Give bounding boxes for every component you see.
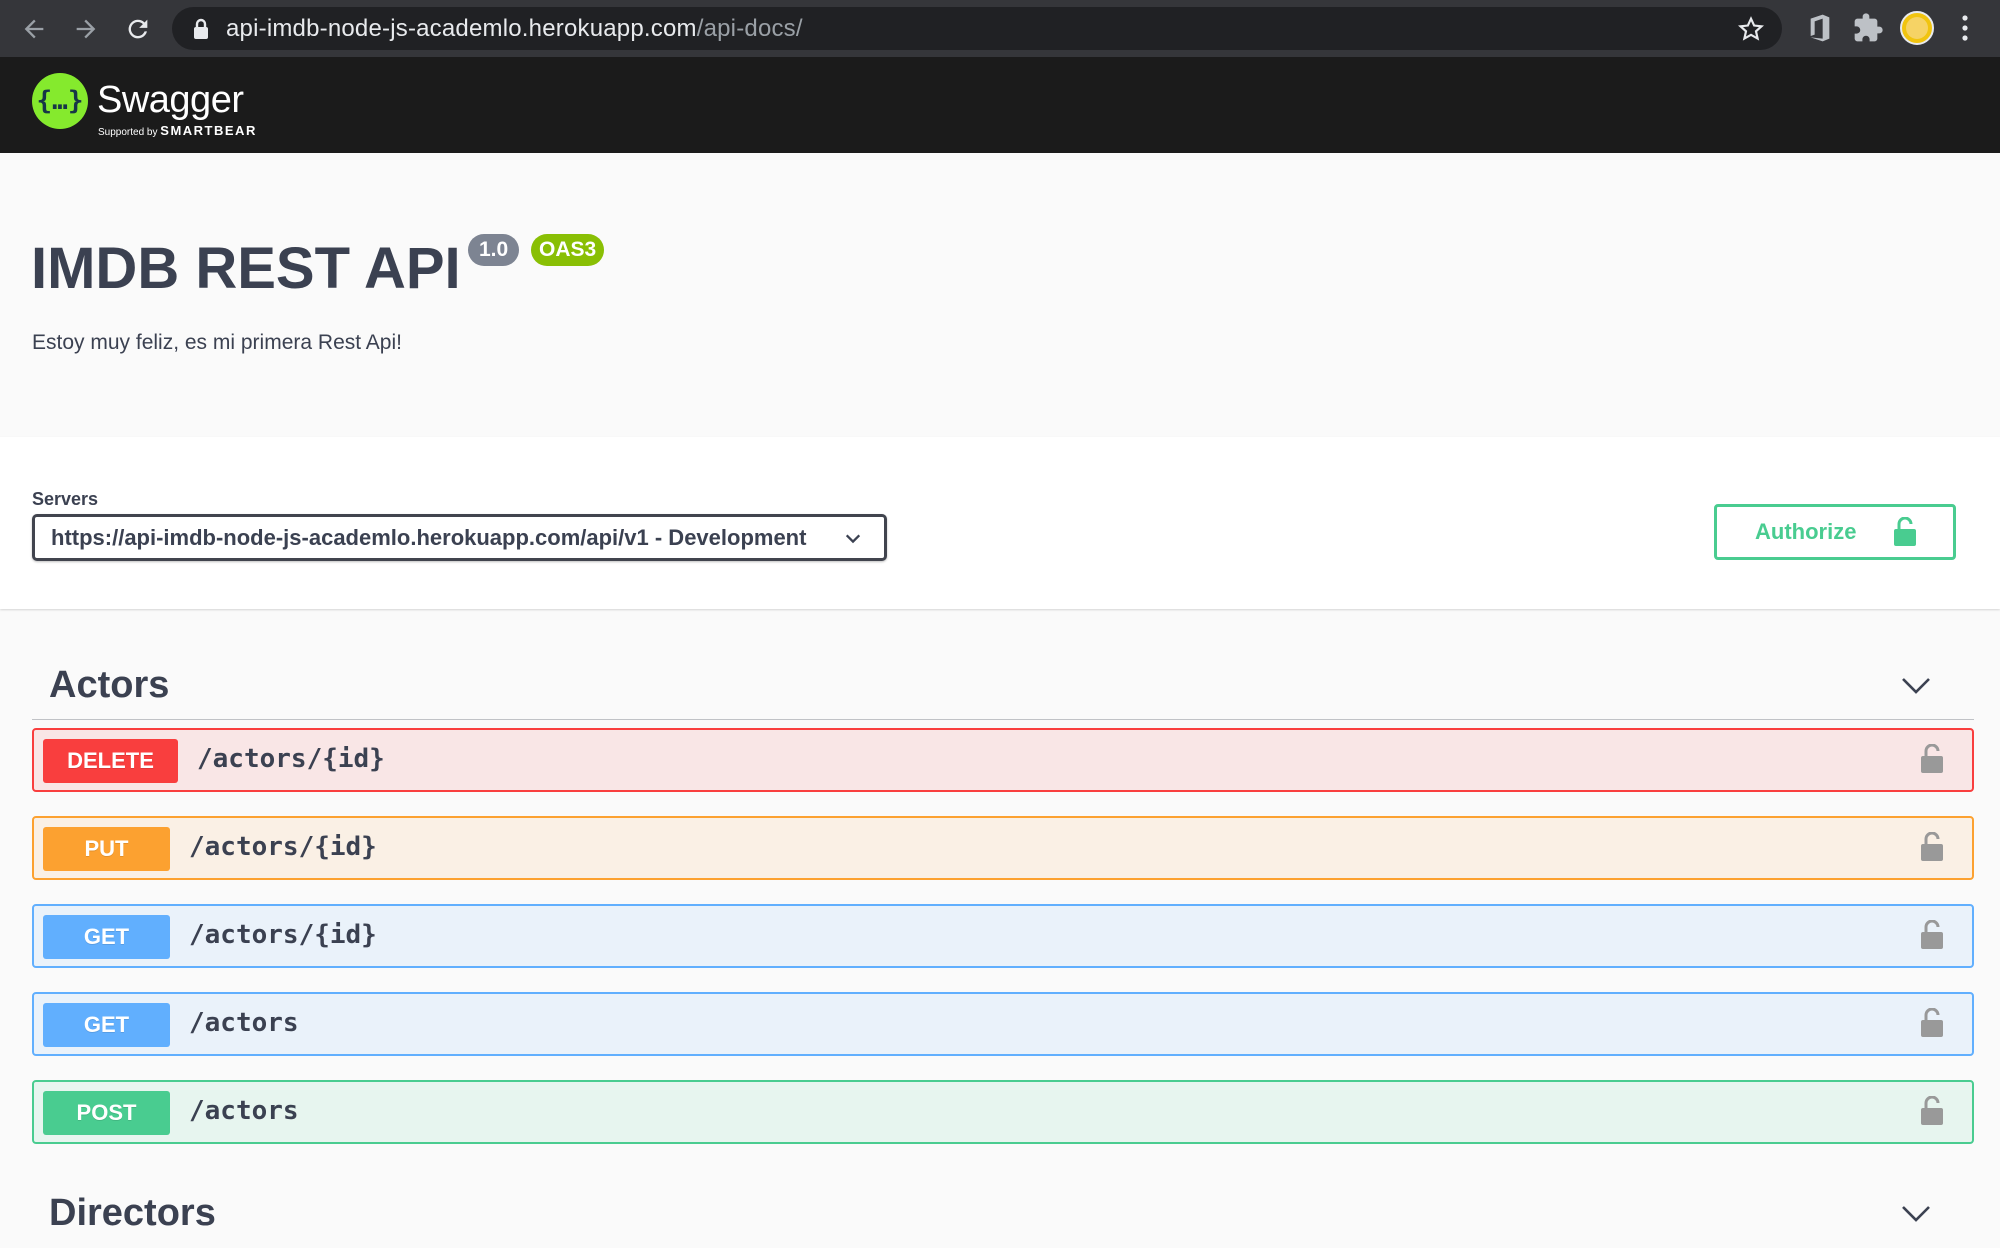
lock-icon (194, 18, 208, 39)
back-button[interactable] (14, 9, 54, 49)
operation-put-actor[interactable]: PUT /actors/{id} (32, 816, 1974, 880)
operation-path: /actors (189, 1008, 299, 1038)
office-extension-icon[interactable] (1804, 12, 1836, 44)
api-description: Estoy muy feliz, es mi primera Rest Api! (32, 331, 402, 354)
swagger-logo-text[interactable]: Swagger (97, 79, 244, 122)
browser-toolbar: api-imdb-node-js-academlo.herokuapp.com/… (0, 0, 2000, 57)
operation-delete-actor[interactable]: DELETE /actors/{id} (32, 728, 1974, 792)
api-title: IMDB REST API (31, 236, 461, 301)
unlocked-icon[interactable] (1920, 1096, 1944, 1126)
method-badge-delete: DELETE (43, 739, 178, 783)
url-text[interactable]: api-imdb-node-js-academlo.herokuapp.com/… (226, 15, 803, 43)
servers-dropdown[interactable]: https://api-imdb-node-js-academlo.heroku… (32, 514, 887, 561)
swagger-logo-icon[interactable]: {…} (32, 73, 88, 129)
operation-path: /actors/{id} (197, 744, 385, 774)
forward-icon (76, 19, 96, 38)
profile-avatar[interactable] (1900, 11, 1934, 45)
chevron-down-icon[interactable] (1900, 1202, 1932, 1226)
operation-post-actors[interactable]: POST /actors (32, 1080, 1974, 1144)
authorize-button[interactable]: Authorize (1714, 504, 1956, 560)
method-badge-get: GET (43, 1003, 170, 1047)
url-path: /api-docs/ (696, 14, 803, 42)
unlocked-icon[interactable] (1920, 1008, 1944, 1038)
operation-path: /actors/{id} (189, 832, 377, 862)
forward-button[interactable] (66, 9, 106, 49)
star-icon[interactable] (1738, 16, 1764, 42)
reload-icon (128, 19, 148, 38)
scheme-container: Servers https://api-imdb-node-js-academl… (0, 437, 2000, 609)
logo-symbol: {…} (36, 86, 84, 116)
tagline-brand: SMARTBEAR (160, 123, 257, 138)
method-badge-get: GET (43, 915, 170, 959)
swagger-topbar: {…} Swagger Supported by SMARTBEAR (0, 57, 2000, 153)
method-badge-post: POST (43, 1091, 170, 1135)
smartbear-tagline: Supported by SMARTBEAR (98, 123, 257, 138)
tag-directors-title: Directors (49, 1192, 216, 1234)
unlocked-icon (1894, 517, 1916, 546)
oas-badge: OAS3 (531, 234, 605, 266)
chevron-down-icon[interactable] (1900, 674, 1932, 698)
operation-get-actor[interactable]: GET /actors/{id} (32, 904, 1974, 968)
chevron-down-icon (845, 534, 861, 544)
back-icon (24, 19, 44, 38)
authorize-label: Authorize (1755, 519, 1857, 544)
tagline-prefix: Supported by (98, 127, 158, 138)
puzzle-extension-icon[interactable] (1852, 12, 1884, 44)
servers-label: Servers (32, 489, 99, 509)
operation-get-actors[interactable]: GET /actors (32, 992, 1974, 1056)
tag-actors-title: Actors (49, 664, 170, 706)
tag-directors-header[interactable]: Directors (32, 1180, 1974, 1248)
api-info: IMDB REST API 1.0 OAS3 Estoy muy feliz, … (0, 153, 2000, 437)
unlocked-icon[interactable] (1920, 744, 1944, 774)
menu-icon[interactable] (1960, 12, 1970, 44)
unlocked-icon[interactable] (1920, 832, 1944, 862)
unlocked-icon[interactable] (1920, 920, 1944, 950)
tag-actors-header[interactable]: Actors (32, 652, 1974, 720)
url-host: api-imdb-node-js-academlo.herokuapp.com (226, 14, 697, 42)
method-badge-put: PUT (43, 827, 170, 871)
address-bar[interactable]: api-imdb-node-js-academlo.herokuapp.com/… (172, 7, 1782, 50)
reload-button[interactable] (118, 9, 158, 49)
selected-server: https://api-imdb-node-js-academlo.heroku… (51, 524, 807, 550)
version-badge: 1.0 (468, 234, 520, 266)
operation-path: /actors (189, 1096, 299, 1126)
operation-path: /actors/{id} (189, 920, 377, 950)
